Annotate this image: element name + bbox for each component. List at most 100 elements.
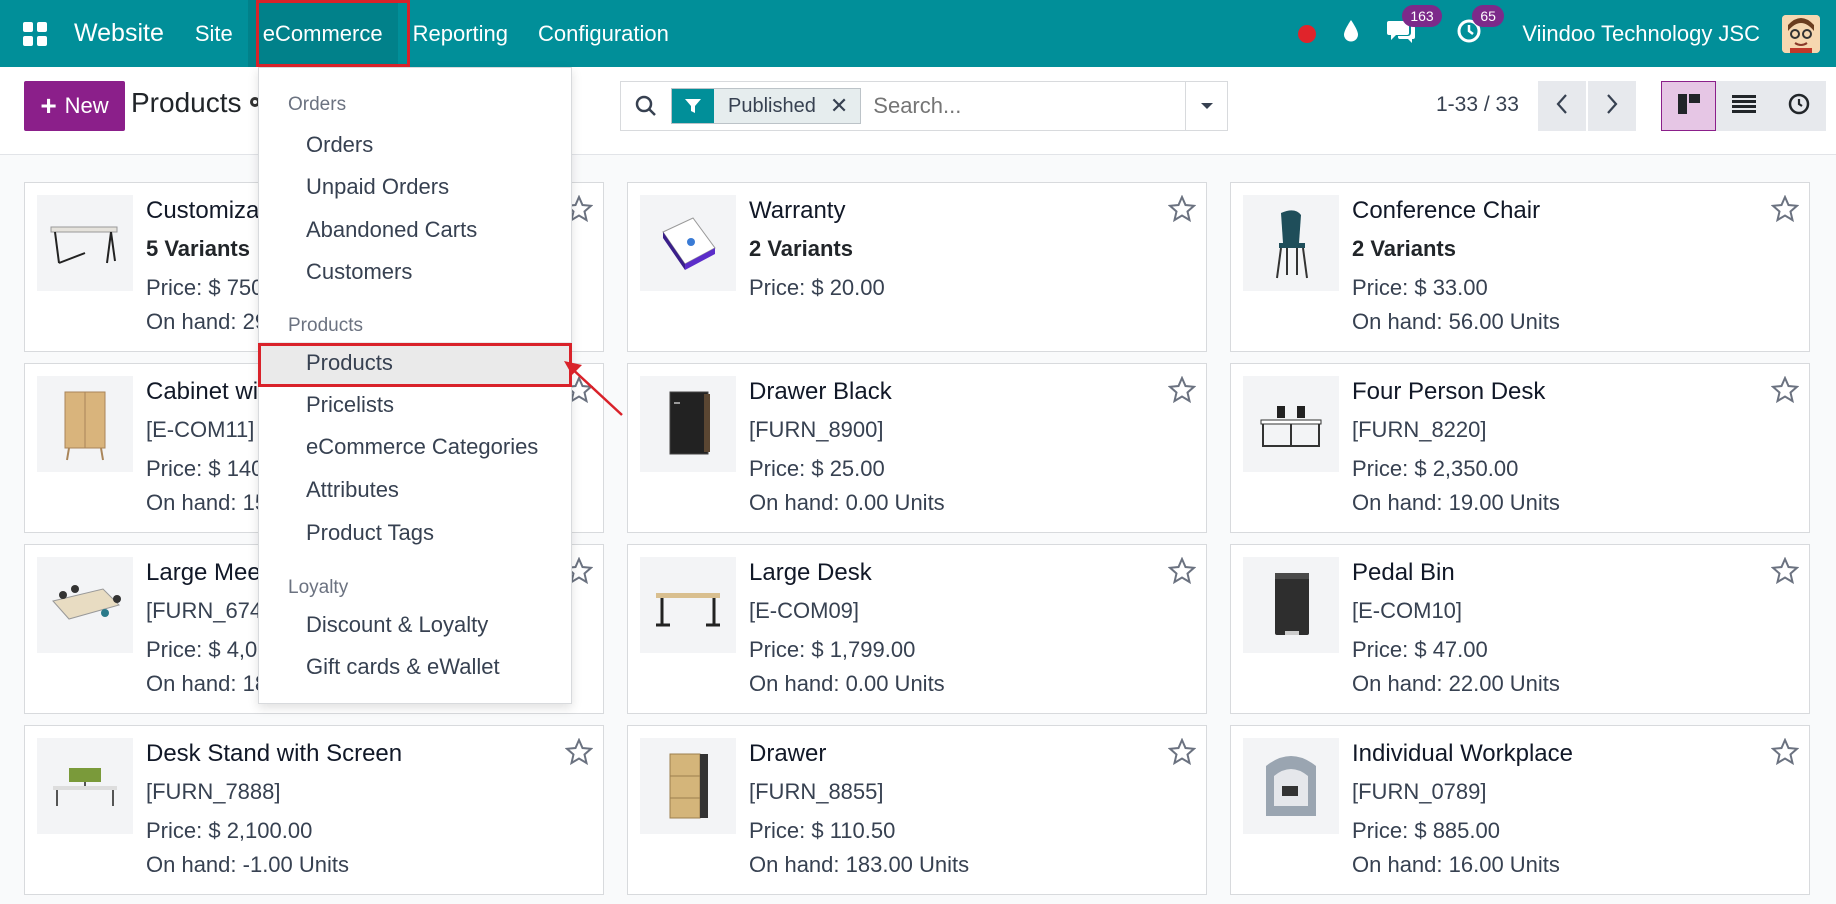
product-name: Desk Stand with Screen (146, 740, 403, 767)
highlight-products-item (258, 343, 572, 387)
messages-count-badge: 163 (1402, 4, 1442, 27)
product-price: Price: $ 2,350.00 (1352, 456, 1519, 481)
star-icon[interactable] (1167, 194, 1197, 228)
star-icon[interactable] (1770, 194, 1800, 228)
messages-button[interactable]: 163 (1386, 4, 1442, 49)
product-reference: [FURN_0789] (1352, 779, 1487, 804)
product-price: Price: $ 2,100.00 (146, 818, 313, 843)
menu-item-ecommerce-categories[interactable]: eCommerce Categories (259, 426, 571, 468)
page-title: Products (131, 87, 242, 118)
product-image (37, 376, 133, 472)
product-onhand: On hand: 56.00 Units (1352, 309, 1560, 334)
new-button[interactable]: + New (24, 81, 125, 131)
star-icon[interactable] (564, 737, 594, 771)
new-button-label: New (64, 93, 109, 118)
product-price: Price: $ 885.00 (1352, 818, 1500, 843)
list-view-button[interactable] (1716, 81, 1771, 131)
menu-item-abandoned-carts[interactable]: Abandoned Carts (259, 209, 571, 251)
chevron-left-icon (1556, 93, 1568, 120)
product-name: Conference Chair (1352, 197, 1541, 224)
product-card[interactable]: Desk Stand with Screen [FURN_7888] Price… (24, 725, 604, 895)
search-input[interactable] (861, 93, 1162, 119)
pager-value[interactable]: 1-33 / 33 (1436, 93, 1519, 117)
app-brand[interactable]: Website (70, 19, 180, 48)
menu-item-pricelists[interactable]: Pricelists (259, 384, 571, 426)
menu-item-product-tags[interactable]: Product Tags (259, 512, 571, 554)
product-name: Drawer Black (749, 378, 892, 405)
menu-item-customers[interactable]: Customers (259, 251, 571, 293)
product-image (640, 738, 736, 834)
product-price: Price: $ 47.00 (1352, 637, 1488, 662)
product-image (37, 195, 133, 291)
product-price: Price: $ 25.00 (749, 456, 885, 481)
product-variants: 5 Variants (146, 236, 250, 261)
menu-reporting[interactable]: Reporting (398, 0, 523, 67)
remove-facet-icon[interactable]: ✕ (825, 89, 861, 123)
apps-menu-icon[interactable] (0, 0, 70, 67)
product-image (640, 557, 736, 653)
highlight-ecommerce-menu (256, 0, 410, 67)
star-icon[interactable] (1167, 556, 1197, 590)
activity-view-button[interactable] (1771, 81, 1826, 131)
filter-icon (672, 89, 714, 123)
product-image (640, 376, 736, 472)
product-reference: [FURN_8220] (1352, 417, 1487, 442)
product-reference: [E-COM10] (1352, 598, 1463, 623)
product-reference: [FURN_8900] (749, 417, 884, 442)
kanban-view-button[interactable] (1661, 81, 1716, 131)
theme-drop-icon[interactable] (1342, 19, 1360, 48)
product-onhand: On hand: 183.00 Units (749, 852, 970, 877)
product-image (1243, 557, 1339, 653)
company-switcher[interactable]: Viindoo Technology JSC (1522, 21, 1760, 47)
star-icon[interactable] (1167, 737, 1197, 771)
product-card[interactable]: Conference Chair 2 Variants Price: $ 33.… (1230, 182, 1810, 352)
menu-item-discount-loyalty[interactable]: Discount & Loyalty (259, 604, 571, 646)
product-price: Price: $ 110.50 (749, 818, 896, 843)
product-image (1243, 738, 1339, 834)
product-card[interactable]: Individual Workplace [FURN_0789] Price: … (1230, 725, 1810, 895)
product-card[interactable]: Drawer [FURN_8855] Price: $ 110.50 On ha… (627, 725, 1207, 895)
dropdown-header-orders: Orders (288, 94, 347, 115)
record-icon[interactable] (1298, 24, 1317, 43)
product-name: Pedal Bin (1352, 559, 1455, 586)
star-icon[interactable] (1770, 375, 1800, 409)
search-bar: Published ✕ (620, 81, 1228, 131)
product-reference: [E-COM09] (749, 598, 860, 623)
dropdown-header-loyalty: Loyalty (288, 577, 349, 598)
search-icon[interactable] (621, 82, 671, 130)
annotation-arrow (564, 361, 623, 416)
product-onhand: On hand: 22.00 Units (1352, 671, 1560, 696)
search-options-toggle[interactable] (1185, 82, 1227, 130)
product-name: Individual Workplace (1352, 740, 1574, 767)
product-card[interactable]: Four Person Desk [FURN_8220] Price: $ 2,… (1230, 363, 1810, 533)
menu-configuration[interactable]: Configuration (523, 0, 684, 67)
product-card[interactable]: Large Desk [E-COM09] Price: $ 1,799.00 O… (627, 544, 1207, 714)
pager-previous-button[interactable] (1538, 81, 1586, 131)
plus-icon: + (40, 90, 57, 121)
menu-item-orders[interactable]: Orders (259, 124, 571, 166)
menu-item-gift-cards[interactable]: Gift cards & eWallet (259, 646, 571, 688)
product-card[interactable]: Pedal Bin [E-COM10] Price: $ 47.00 On ha… (1230, 544, 1810, 714)
product-reference: [E-COM11] (146, 417, 255, 442)
menu-site[interactable]: Site (180, 0, 248, 67)
product-image (640, 195, 736, 291)
product-name: Large Desk (749, 559, 872, 586)
product-reference: [FURN_8855] (749, 779, 884, 804)
product-onhand: On hand: 0.00 Units (749, 671, 945, 696)
kanban-icon (1677, 93, 1701, 120)
menu-item-attributes[interactable]: Attributes (259, 469, 571, 511)
menu-item-unpaid-orders[interactable]: Unpaid Orders (259, 166, 571, 208)
product-card[interactable]: Drawer Black [FURN_8900] Price: $ 25.00 … (627, 363, 1207, 533)
pager-next-button[interactable] (1588, 81, 1636, 131)
product-image (1243, 376, 1339, 472)
product-onhand: On hand: -1.00 Units (146, 852, 350, 877)
product-card[interactable]: Warranty 2 Variants Price: $ 20.00 (627, 182, 1207, 352)
star-icon[interactable] (1167, 375, 1197, 409)
facet-label: Published (714, 89, 826, 123)
star-icon[interactable] (1770, 737, 1800, 771)
product-image (37, 557, 133, 653)
user-avatar[interactable] (1782, 14, 1820, 53)
activities-button[interactable]: 65 (1456, 4, 1504, 49)
product-price: Price: $ 20.00 (749, 275, 885, 300)
star-icon[interactable] (1770, 556, 1800, 590)
